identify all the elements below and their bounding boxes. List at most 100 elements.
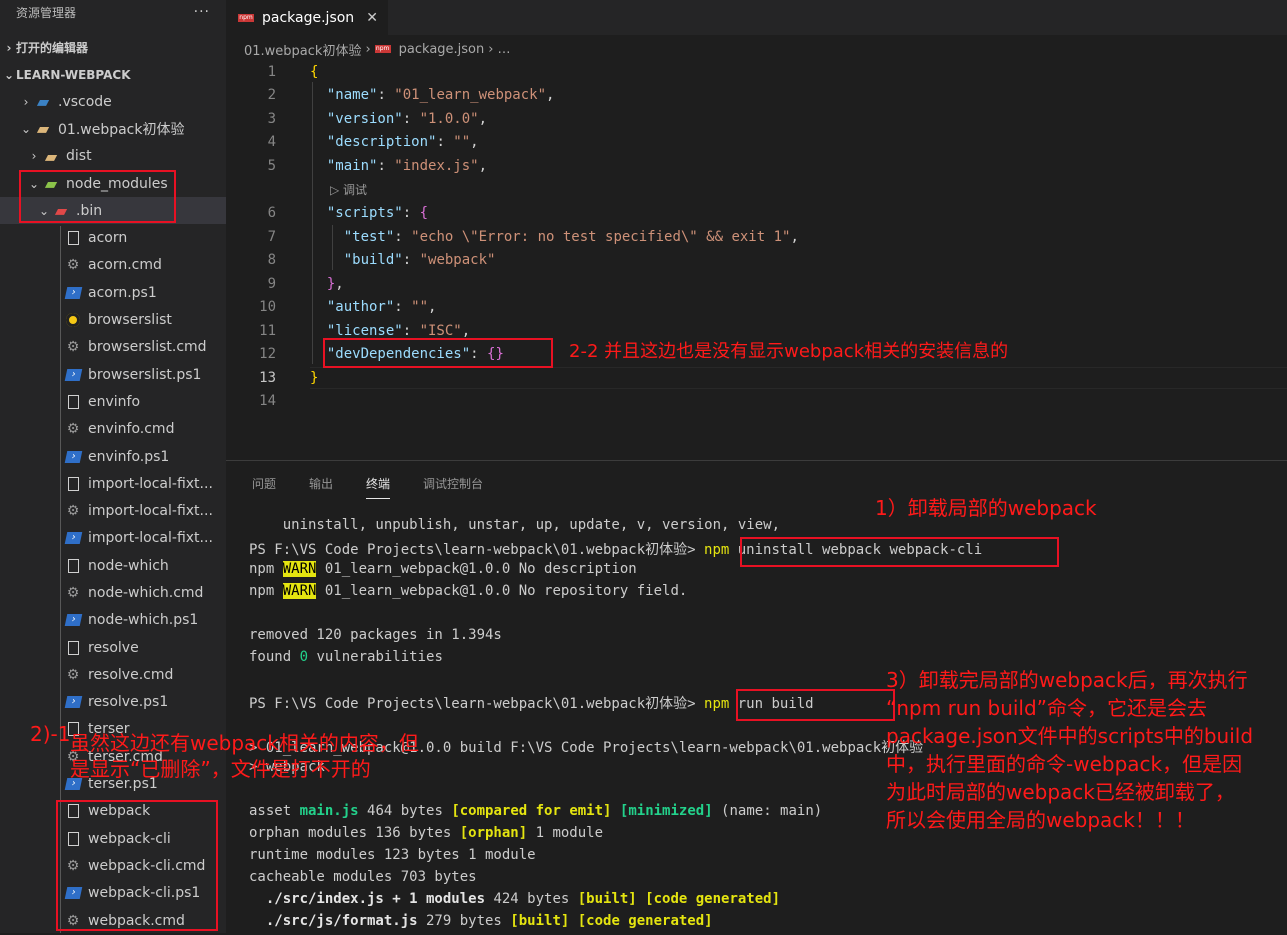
annotation-step-3: 3）卸载完局部的webpack后，再次执行 “npm run build”命令，…	[886, 668, 1254, 832]
terminal-line: asset main.js 464 bytes [compared for em…	[249, 803, 823, 819]
tree-item-label: envinfo.cmd	[88, 421, 175, 438]
explorer-sidebar: 资源管理器 ··· › 打开的编辑器 ⌄ LEARN-WEBPACK › ▰ .vs…	[0, 0, 226, 933]
codelens-debug[interactable]: ▷ 调试	[330, 181, 367, 198]
annotation-box-webpack-files	[56, 800, 218, 931]
line-number: 7	[267, 229, 276, 245]
play-icon: ▷	[330, 183, 344, 197]
npm-icon: npm	[238, 13, 254, 22]
tree-item-label: browserslist	[88, 312, 172, 329]
explorer-title: 资源管理器	[16, 5, 77, 20]
annotation-step-2-1-prefix: 2)-1	[30, 722, 71, 746]
code-line: "scripts": {	[326, 205, 429, 221]
powershell-icon: ›	[64, 530, 82, 546]
tree-item-label: envinfo	[88, 393, 141, 410]
tree-item[interactable]: import-local-fixt...	[0, 470, 226, 497]
breadcrumb: 01.webpack初体验 › npm package.json › …	[244, 38, 510, 60]
chevron-down-icon: ⌄	[20, 121, 32, 136]
tree-item[interactable]: ⌄ ▰ 01.webpack初体验	[0, 115, 226, 142]
tree-item[interactable]: ⚙ envinfo.cmd	[0, 416, 226, 443]
tree-item[interactable]: ⚙ browserslist.cmd	[0, 334, 226, 361]
breadcrumb-separator: ›	[488, 41, 494, 57]
terminal-line: found 0 vulnerabilities	[249, 649, 443, 665]
more-actions-icon[interactable]: ···	[194, 4, 210, 20]
tree-item-label: envinfo.ps1	[88, 448, 170, 465]
project-section[interactable]: ⌄ LEARN-WEBPACK	[0, 61, 226, 88]
line-number: 12	[259, 346, 276, 362]
tab-package-json[interactable]: npm package.json ✕	[226, 0, 388, 35]
tree-item-label: dist	[66, 148, 92, 165]
line-number: 1	[267, 64, 276, 80]
line-number: 11	[259, 323, 276, 339]
tree-item[interactable]: › import-local-fixt...	[0, 525, 226, 552]
line-number: 2	[267, 87, 276, 103]
annotation-box-node-modules	[19, 170, 176, 223]
tree-item[interactable]: › envinfo.ps1	[0, 443, 226, 470]
tree-item-label: acorn.ps1	[88, 284, 157, 301]
line-number: 9	[267, 276, 276, 292]
tree-item[interactable]: node-which	[0, 552, 226, 579]
code-line: "build": "webpack"	[343, 252, 496, 268]
code-line: "name": "01_learn_webpack",	[326, 87, 555, 103]
open-editors-section[interactable]: › 打开的编辑器	[0, 34, 226, 61]
tree-item-label: node-which.ps1	[88, 612, 199, 629]
tab-debug-console[interactable]: 调试控制台	[423, 475, 483, 492]
tree-item[interactable]: ⚙ resolve.cmd	[0, 661, 226, 688]
tab-problems[interactable]: 问题	[252, 475, 276, 492]
file-icon	[64, 230, 82, 246]
terminal-line: removed 120 packages in 1.394s	[249, 627, 502, 643]
tree-item[interactable]: › ▰ .vscode	[0, 88, 226, 115]
close-icon[interactable]: ✕	[366, 10, 378, 26]
line-number: 6	[267, 205, 276, 221]
terminal-line: uninstall, unpublish, unstar, up, update…	[249, 517, 781, 533]
project-label: LEARN-WEBPACK	[16, 67, 131, 82]
open-editors-label: 打开的编辑器	[16, 41, 89, 55]
explorer-header: 资源管理器 ···	[0, 0, 226, 24]
tree-item-label: node-which.cmd	[88, 584, 204, 601]
tree-item[interactable]: ⚙ import-local-fixt...	[0, 497, 226, 524]
gear-icon: ⚙	[66, 666, 80, 683]
tree-item[interactable]: › browserslist.ps1	[0, 361, 226, 388]
code-line: "test": "echo \"Error: no test specified…	[343, 229, 799, 245]
tree-item[interactable]: acorn	[0, 224, 226, 251]
code-line: "description": "",	[326, 134, 479, 150]
annotation-box-devdependencies	[323, 338, 553, 368]
tree-item[interactable]: › resolve.ps1	[0, 689, 226, 716]
chevron-down-icon: ⌄	[3, 67, 15, 82]
chevron-right-icon: ›	[6, 40, 12, 55]
breadcrumb-file[interactable]: package.json	[399, 42, 485, 57]
tree-item-label: import-local-fixt...	[88, 475, 213, 492]
file-icon	[64, 476, 82, 492]
code-line: "author": "",	[326, 299, 437, 315]
tree-item[interactable]: › ▰ dist	[0, 143, 226, 170]
tree-item[interactable]: › node-which.ps1	[0, 607, 226, 634]
tree-item[interactable]: envinfo	[0, 388, 226, 415]
line-number: 10	[259, 299, 276, 315]
tree-item[interactable]: ⚙ acorn.cmd	[0, 252, 226, 279]
tree-item[interactable]: browserslist	[0, 306, 226, 333]
terminal-line: PS F:\VS Code Projects\learn-webpack\01.…	[249, 696, 814, 712]
tab-terminal[interactable]: 终端	[366, 475, 391, 499]
tree-item-label: import-local-fixt...	[88, 503, 213, 520]
tab-output[interactable]: 输出	[309, 475, 333, 492]
terminal-line: ./src/js/format.js 279 bytes [built] [co…	[249, 913, 713, 929]
annotation-box-uninstall-cmd	[740, 537, 1059, 567]
line-number: 5	[267, 158, 276, 174]
tree-item-label: node-which	[88, 557, 169, 574]
tree-item[interactable]: resolve	[0, 634, 226, 661]
powershell-icon: ›	[64, 694, 82, 710]
powershell-icon: ›	[64, 449, 82, 465]
tree-item[interactable]: › acorn.ps1	[0, 279, 226, 306]
annotation-step-2-1: 虽然这边还有webpack相关的内容，但 是显示“已删除”，文件是打不开的	[70, 731, 419, 781]
breadcrumb-folder[interactable]: 01.webpack初体验	[244, 40, 361, 59]
terminal-line: ./src/index.js + 1 modules 424 bytes [bu…	[249, 891, 781, 907]
gear-icon: ⚙	[66, 339, 80, 356]
browserslist-icon	[64, 312, 82, 328]
file-icon	[64, 640, 82, 656]
file-icon	[64, 394, 82, 410]
powershell-icon: ›	[64, 612, 82, 628]
tree-item[interactable]: ⚙ node-which.cmd	[0, 579, 226, 606]
breadcrumb-tail[interactable]: …	[497, 42, 510, 57]
folder-open-icon: ▰	[36, 119, 50, 139]
code-editor[interactable]: 1 2 3 4 5 6 7 8 9 10 11 12 13 14 { "name": "01_learn_…	[226, 60, 1287, 460]
tree-item-label: browserslist.cmd	[88, 339, 207, 356]
